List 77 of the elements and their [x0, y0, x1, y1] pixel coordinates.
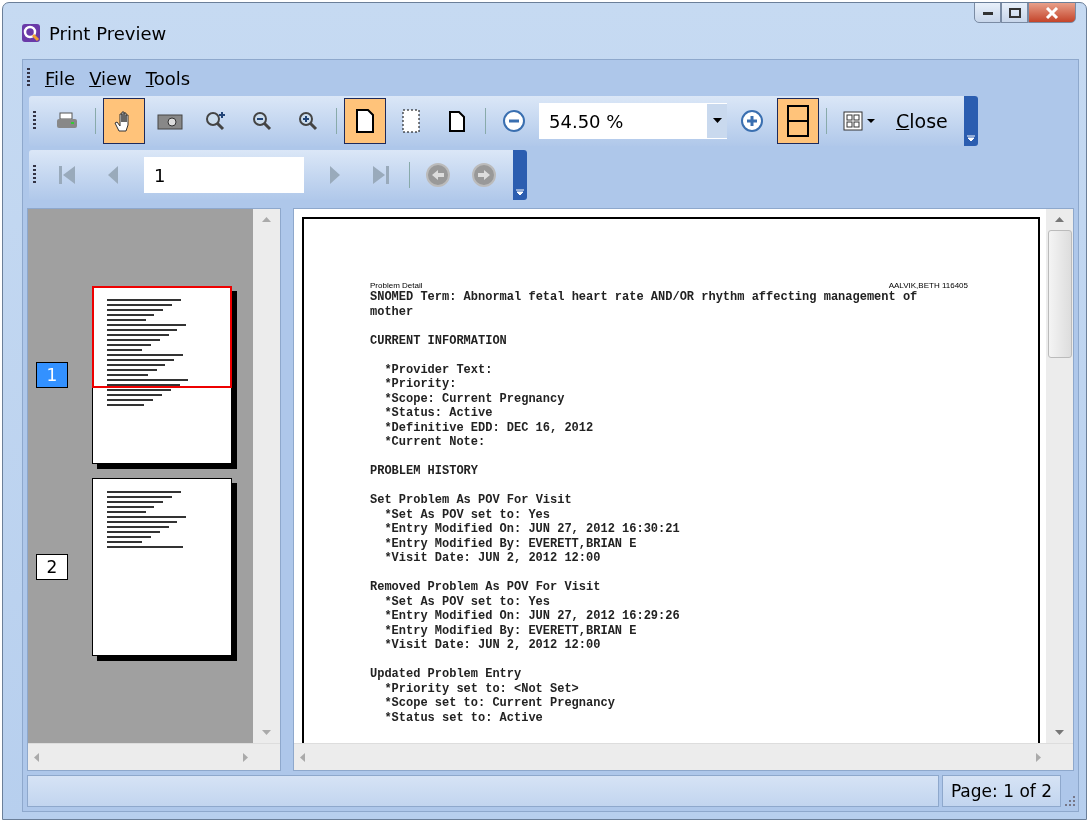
last-page-icon: [371, 163, 391, 187]
first-page-icon: [57, 163, 77, 187]
horizontal-scrollbar[interactable]: [294, 743, 1073, 770]
two-pane-icon: [786, 105, 810, 137]
grid-icon: [843, 111, 863, 131]
app-icon: [21, 23, 41, 43]
toolbar-overflow-icon[interactable]: [513, 150, 527, 200]
vertical-scrollbar[interactable]: [1046, 209, 1073, 743]
section-heading: Removed Problem As POV For Visit: [370, 580, 602, 595]
field-line: *Status set to: Active: [383, 710, 544, 725]
arrow-left-circle-icon: [425, 162, 451, 188]
close-icon: [1045, 6, 1059, 19]
zoom-out-icon: [251, 110, 273, 132]
section-heading: Updated Problem Entry: [370, 667, 523, 682]
field-line: *Entry Modified On: JUN 27, 2012 16:30:21: [383, 522, 681, 537]
scrollbar-thumb[interactable]: [1047, 230, 1072, 358]
section-heading: CURRENT INFORMATION: [370, 333, 508, 348]
scroll-down-icon[interactable]: [1055, 730, 1064, 735]
scroll-left-icon[interactable]: [300, 752, 305, 762]
menu-item[interactable]: View: [84, 67, 137, 89]
dropdown-arrow-icon: [867, 118, 875, 124]
scroll-right-icon[interactable]: [1036, 752, 1041, 762]
field-line: *Provider Text:: [383, 362, 494, 377]
page-number-label[interactable]: 2: [36, 554, 68, 580]
field-line: *Current Note:: [383, 435, 487, 450]
maximize-icon: [1008, 7, 1021, 18]
field-line: *Status: Active: [383, 406, 494, 421]
field-line: *Priority set to: <Not Set>: [383, 681, 580, 696]
menu-item[interactable]: File: [40, 67, 81, 89]
minimize-button[interactable]: [974, 3, 1001, 23]
field-line: *Entry Modified By: EVERETT,BRIAN E: [383, 623, 638, 638]
page-icon: [355, 109, 375, 133]
menu-item[interactable]: Tools: [140, 67, 196, 89]
minus-circle-icon: [502, 109, 526, 133]
section-heading: Set Problem As POV For Visit: [370, 493, 573, 508]
grip-icon: [33, 111, 36, 131]
window-title: Print Preview: [49, 23, 167, 44]
field-line: *Entry Modified On: JUN 27, 2012 16:29:26: [383, 609, 681, 624]
field-line: *Priority:: [383, 377, 458, 392]
grip-icon: [27, 68, 30, 88]
page-number-field[interactable]: 1: [144, 157, 304, 193]
plus-circle-icon: [740, 109, 764, 133]
page-header-title: Problem Detail: [370, 281, 423, 290]
magnifier-plus-icon: [204, 110, 228, 132]
dashed-page-icon: [401, 109, 421, 133]
field-line: *Visit Date: JUN 2, 2012 12:00: [383, 638, 602, 653]
close-button[interactable]: [1028, 3, 1076, 23]
close-link[interactable]: Close: [888, 110, 956, 132]
toolbar-overflow-icon[interactable]: [963, 96, 978, 146]
scroll-up-icon[interactable]: [262, 217, 271, 222]
scroll-right-icon[interactable]: [243, 752, 248, 762]
field-line: *Definitive EDD: DEC 16, 2012: [383, 420, 595, 435]
scroll-left-icon[interactable]: [34, 752, 39, 762]
field-line: *Visit Date: JUN 2, 2012 12:00: [383, 551, 602, 566]
hand-button[interactable]: [103, 98, 145, 144]
maximize-button[interactable]: [1001, 3, 1028, 23]
dropdown-arrow-icon: [712, 118, 722, 124]
field-line: *Set As POV set to: Yes: [383, 507, 552, 522]
grip-icon: [33, 165, 36, 185]
scroll-down-icon[interactable]: [262, 730, 271, 735]
arrow-right-circle-icon: [471, 162, 497, 188]
page-icon: [448, 110, 466, 132]
field-line: *Set As POV set to: Yes: [383, 594, 552, 609]
field-line: *Scope: Current Pregnancy: [383, 391, 566, 406]
page-button[interactable]: [344, 98, 386, 144]
page-header-patient: AALVIK,BETH 116405: [888, 281, 968, 290]
zoom-combo-box[interactable]: 54.50 %: [539, 103, 727, 139]
field-line: *Scope set to: Current Pregnancy: [383, 696, 616, 711]
field-line: *Entry Modified By: EVERETT,BRIAN E: [383, 536, 638, 551]
scroll-up-icon[interactable]: [1055, 217, 1064, 222]
resize-grip-icon[interactable]: [1064, 795, 1076, 807]
section-heading: PROBLEM HISTORY: [370, 464, 480, 479]
printer-icon: [56, 111, 78, 131]
page-count-label: Page: 1 of 2: [941, 775, 1061, 807]
zoom-in-icon: [297, 110, 319, 132]
two-page-button[interactable]: [777, 98, 819, 144]
section-heading: SNOMED Term: Abnormal fetal heart rate AND/OR rhythm affecting management of mother: [370, 290, 919, 319]
